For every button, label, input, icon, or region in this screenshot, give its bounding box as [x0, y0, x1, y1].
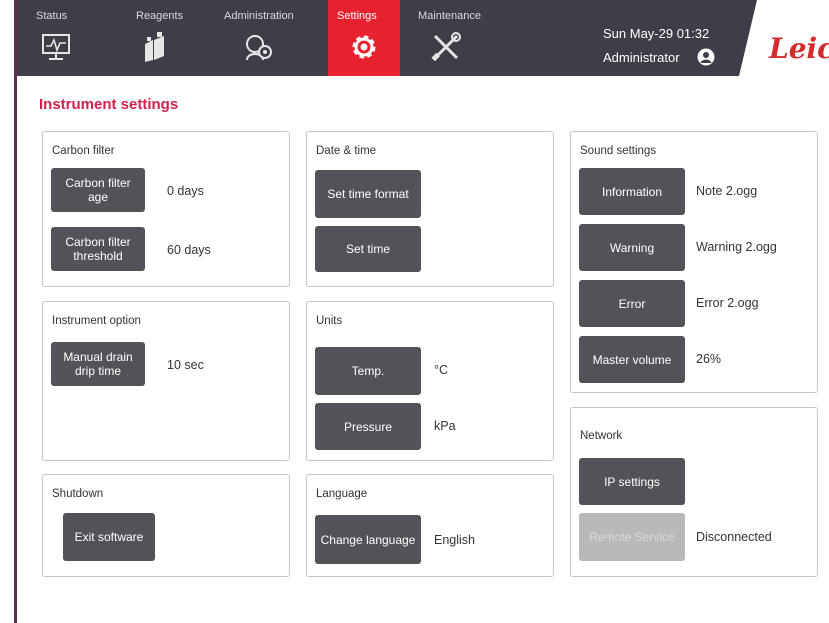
- language-title: Language: [316, 488, 368, 500]
- set-time-button[interactable]: Set time: [315, 226, 421, 272]
- language-value: English: [434, 533, 475, 547]
- tab-reagents-label: Reagents: [136, 10, 184, 22]
- set-time-format-button[interactable]: Set time format: [315, 170, 421, 218]
- master-volume-button[interactable]: Master volume: [579, 336, 685, 383]
- shutdown-title: Shutdown: [52, 488, 104, 500]
- error-sound-button[interactable]: Error: [579, 280, 685, 327]
- language-panel: Language Change language English: [306, 474, 554, 577]
- carbon-filter-panel: Carbon filter Carbon filter age 0 days C…: [42, 131, 290, 287]
- remote-service-status: Disconnected: [696, 530, 772, 544]
- carbon-filter-threshold-value: 60 days: [167, 243, 211, 257]
- temperature-unit-button[interactable]: Temp.: [315, 347, 421, 395]
- exit-software-button[interactable]: Exit software: [63, 513, 155, 561]
- reagent-bottles-icon: [145, 32, 164, 62]
- pressure-unit-button[interactable]: Pressure: [315, 403, 421, 450]
- carbon-filter-title: Carbon filter: [52, 145, 115, 157]
- tab-status[interactable]: Status: [27, 0, 97, 76]
- tab-maintenance[interactable]: Maintenance: [409, 0, 509, 76]
- tab-administration[interactable]: Administration: [215, 0, 313, 76]
- date-time-display: Sun May-29 01:32: [603, 26, 710, 41]
- tools-icon: [431, 32, 461, 62]
- instrument-option-title: Instrument option: [52, 315, 141, 327]
- monitor-icon: [42, 34, 70, 60]
- gear-icon: [352, 35, 376, 59]
- tab-status-label: Status: [36, 10, 68, 22]
- carbon-filter-age-value: 0 days: [167, 184, 204, 198]
- units-title: Units: [316, 315, 343, 327]
- date-time-panel: Date & time Set time format Set time: [306, 131, 554, 287]
- temperature-unit-value: °C: [434, 363, 449, 377]
- warning-sound-button[interactable]: Warning: [579, 224, 685, 271]
- warning-sound-value: Warning 2.ogg: [696, 240, 777, 254]
- master-volume-value: 26%: [696, 352, 722, 366]
- carbon-filter-threshold-button[interactable]: Carbon filter threshold: [51, 227, 145, 271]
- pressure-unit-value: kPa: [434, 419, 456, 433]
- sound-settings-panel: Sound settings Information Note 2.ogg Wa…: [570, 131, 818, 393]
- network-panel: Network IP settings Remote Service Disco…: [570, 407, 818, 577]
- units-panel: Units Temp. °C Pressure kPa: [306, 301, 554, 461]
- tab-reagents[interactable]: Reagents: [127, 0, 207, 76]
- leica-logo: Leica: [769, 32, 829, 65]
- tab-administration-label: Administration: [224, 10, 294, 22]
- remote-service-button[interactable]: Remote Service: [579, 513, 685, 561]
- tab-settings-label: Settings: [337, 10, 377, 22]
- error-sound-value: Error 2.ogg: [696, 296, 759, 310]
- user-name: Administrator: [603, 50, 680, 65]
- date-time-title: Date & time: [316, 145, 377, 157]
- administration-icon: [246, 35, 272, 61]
- user-icon[interactable]: [697, 48, 715, 66]
- instrument-option-panel: Instrument option Manual drain drip time…: [42, 301, 290, 461]
- manual-drain-drip-time-button[interactable]: Manual drain drip time: [51, 342, 145, 386]
- information-sound-value: Note 2.ogg: [696, 184, 758, 198]
- app-window: Status Reagents Administration Settings …: [14, 0, 829, 623]
- page-title: Instrument settings: [39, 96, 179, 113]
- top-navigation-bar: Status Reagents Administration Settings …: [17, 0, 829, 76]
- information-sound-button[interactable]: Information: [579, 168, 685, 215]
- tab-settings[interactable]: Settings: [328, 0, 400, 76]
- network-title: Network: [580, 430, 623, 442]
- drip-time-value: 10 sec: [167, 358, 204, 372]
- shutdown-panel: Shutdown Exit software: [42, 474, 290, 577]
- sound-settings-title: Sound settings: [580, 145, 657, 157]
- change-language-button[interactable]: Change language: [315, 515, 421, 564]
- carbon-filter-age-button[interactable]: Carbon filter age: [51, 168, 145, 212]
- ip-settings-button[interactable]: IP settings: [579, 458, 685, 505]
- tab-maintenance-label: Maintenance: [418, 10, 481, 22]
